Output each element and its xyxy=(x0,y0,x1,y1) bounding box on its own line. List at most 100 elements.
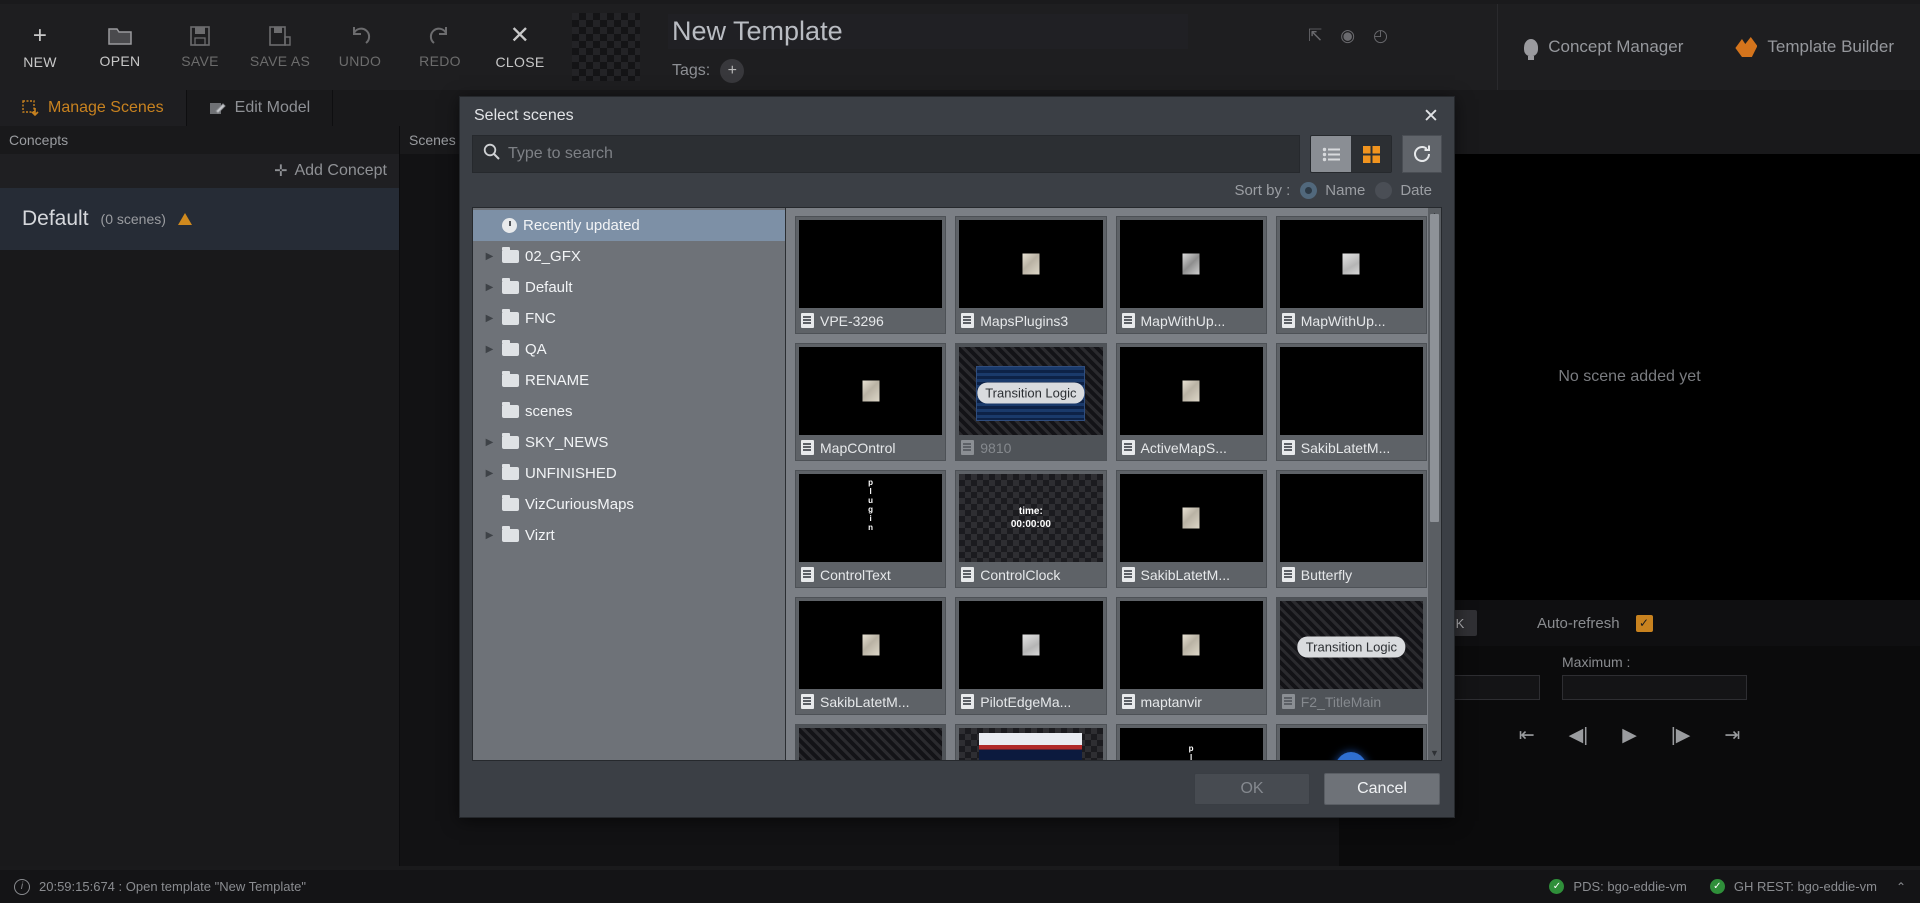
scene-thumbnail xyxy=(799,601,943,689)
tree-item-rename[interactable]: ▶ RENAME xyxy=(473,365,785,396)
sort-name-radio[interactable] xyxy=(1300,181,1318,199)
scene-doc-icon xyxy=(1121,440,1135,455)
scene-doc-icon xyxy=(1281,313,1295,328)
chevron-right-icon[interactable]: ▶ xyxy=(483,468,496,479)
chevron-right-icon[interactable]: ▶ xyxy=(483,530,496,541)
scene-thumbnail xyxy=(1279,347,1423,435)
scene-name: Butterfly xyxy=(1300,566,1353,583)
ok-button[interactable]: OK xyxy=(1194,773,1310,805)
tree-item-scenes[interactable]: ▶ scenes xyxy=(473,396,785,427)
scene-card[interactable]: ActiveMapS... xyxy=(1115,343,1267,461)
scene-doc-icon xyxy=(801,313,814,328)
tree-item-unfinished[interactable]: ▶ UNFINISHED xyxy=(473,458,785,489)
tree-item-recently-updated[interactable]: ▶ Recently updated xyxy=(473,210,785,241)
scene-card[interactable]: Transition Logic F2_TitleMain xyxy=(1275,597,1427,715)
grid-scrollbar[interactable]: ▲ ▼ xyxy=(1428,208,1441,760)
tree-item-label: QA xyxy=(525,341,547,358)
scene-thumbnail xyxy=(959,601,1103,689)
folder-icon xyxy=(502,371,519,387)
scene-doc-icon xyxy=(801,440,814,455)
tree-item-qa[interactable]: ▶ QA xyxy=(473,334,785,365)
folder-icon xyxy=(502,247,519,263)
scene-thumbnail xyxy=(1119,220,1263,308)
scene-name: F2_TitleMain xyxy=(1300,693,1382,710)
folder-icon xyxy=(502,495,519,511)
map-preview-icon xyxy=(1022,253,1040,275)
scene-card[interactable]: SakibLatetM... xyxy=(795,597,947,715)
scene-doc-icon xyxy=(961,694,975,709)
sort-by-date-option[interactable]: Date xyxy=(1375,181,1432,199)
scene-card[interactable]: Transition Logic ON xyxy=(795,724,947,760)
scene-card[interactable]: PilotEdgeMa... xyxy=(955,597,1107,715)
scene-card[interactable]: Butterfly xyxy=(1275,470,1427,588)
scene-card[interactable]: Transition Logic 9810 xyxy=(955,343,1107,461)
scene-card-label: MapCOntrol xyxy=(799,435,942,460)
folder-tree: ▶ Recently updated ▶ 02_GFX ▶ Default xyxy=(473,208,786,760)
tree-item-vizrt[interactable]: ▶ Vizrt xyxy=(473,520,785,551)
transition-logic-badge: Transition Logic xyxy=(1297,636,1406,658)
sort-by-name-option[interactable]: Name xyxy=(1300,181,1365,199)
scene-card[interactable]: VPE-3296 xyxy=(795,216,947,334)
tree-item-vizcuriousmaps[interactable]: ▶ VizCuriousMaps xyxy=(473,489,785,520)
scene-card[interactable]: MapsPlugins3 xyxy=(955,216,1107,334)
scene-card[interactable] xyxy=(1275,724,1427,760)
scene-card[interactable]: time: 00:00:00 ControlClock xyxy=(955,470,1107,588)
folder-icon xyxy=(502,402,519,418)
chevron-right-icon[interactable]: ▶ xyxy=(483,344,496,355)
chevron-up-icon[interactable]: ⌃ xyxy=(1896,880,1906,894)
scene-card[interactable]: SakibLatetM... xyxy=(1115,470,1267,588)
sort-by-label: Sort by : xyxy=(1234,181,1291,199)
tree-item-fnc[interactable]: ▶ FNC xyxy=(473,303,785,334)
scene-card[interactable]: MapCOntrol xyxy=(795,343,947,461)
scene-card[interactable]: MapWithUp... xyxy=(1275,216,1427,334)
tree-item-label: UNFINISHED xyxy=(525,465,617,482)
scene-card-label: PilotEdgeMa... xyxy=(959,689,1102,714)
clock-icon xyxy=(502,218,517,233)
scene-card[interactable]: SakibLatetM... xyxy=(1275,343,1427,461)
scene-card[interactable]: maptanvir xyxy=(1115,597,1267,715)
search-box[interactable] xyxy=(472,135,1300,173)
sort-date-radio[interactable] xyxy=(1375,181,1393,199)
dialog-title: Select scenes xyxy=(474,107,574,124)
tree-item-sky-news[interactable]: ▶ SKY_NEWS xyxy=(473,427,785,458)
search-input[interactable] xyxy=(508,145,1289,163)
gh-rest-status-label: GH REST: bgo-eddie-vm xyxy=(1733,879,1877,894)
service-status-pds[interactable]: ✓ PDS: bgo-eddie-vm xyxy=(1549,879,1687,894)
chevron-right-icon[interactable]: ▶ xyxy=(483,251,496,262)
scene-doc-icon xyxy=(801,567,814,582)
map-preview-icon xyxy=(1182,380,1200,402)
scene-card-label: SakibLatetM... xyxy=(1120,562,1263,587)
grid-view-button[interactable] xyxy=(1351,136,1391,172)
scene-card[interactable] xyxy=(955,724,1107,760)
close-icon[interactable]: ✕ xyxy=(1418,103,1444,129)
search-icon xyxy=(483,143,500,165)
scrollbar-thumb[interactable] xyxy=(1430,214,1439,522)
list-view-button[interactable] xyxy=(1311,136,1351,172)
chevron-right-icon[interactable]: ▶ xyxy=(483,437,496,448)
transition-logic-badge: Transition Logic xyxy=(977,382,1085,404)
chevron-right-icon[interactable]: ▶ xyxy=(483,282,496,293)
scene-card[interactable]: plugin ControlText xyxy=(795,470,947,588)
scene-name: MapWithUp... xyxy=(1300,312,1386,329)
scene-card-label: MapWithUp... xyxy=(1280,308,1423,333)
tree-item-default[interactable]: ▶ Default xyxy=(473,272,785,303)
map-preview-icon xyxy=(1182,634,1200,656)
refresh-button[interactable] xyxy=(1402,135,1442,173)
plugin-thumb-text: plugin xyxy=(868,478,874,532)
scene-card[interactable]: plugin xyxy=(1115,724,1267,760)
dialog-search-row xyxy=(460,135,1454,173)
scene-doc-icon xyxy=(1121,567,1135,582)
tree-item-02-gfx[interactable]: ▶ 02_GFX xyxy=(473,241,785,272)
scene-doc-icon xyxy=(961,567,975,582)
scene-name: ActiveMapS... xyxy=(1140,439,1227,456)
tree-item-label: Vizrt xyxy=(525,527,555,544)
scroll-down-arrow[interactable]: ▼ xyxy=(1428,746,1441,760)
service-status-gh-rest[interactable]: ✓ GH REST: bgo-eddie-vm xyxy=(1709,879,1877,894)
chevron-right-icon[interactable]: ▶ xyxy=(483,313,496,324)
scene-card-label: VPE-3296 xyxy=(799,308,942,333)
modal-overlay: Select scenes ✕ Type to search Sort by:… xyxy=(0,0,1920,903)
map-preview-icon xyxy=(1182,507,1200,529)
scene-card[interactable]: MapWithUp... xyxy=(1115,216,1267,334)
cancel-button[interactable]: Cancel xyxy=(1324,773,1440,805)
select-scenes-dialog: Select scenes ✕ Type to search Sort by:… xyxy=(459,96,1455,818)
